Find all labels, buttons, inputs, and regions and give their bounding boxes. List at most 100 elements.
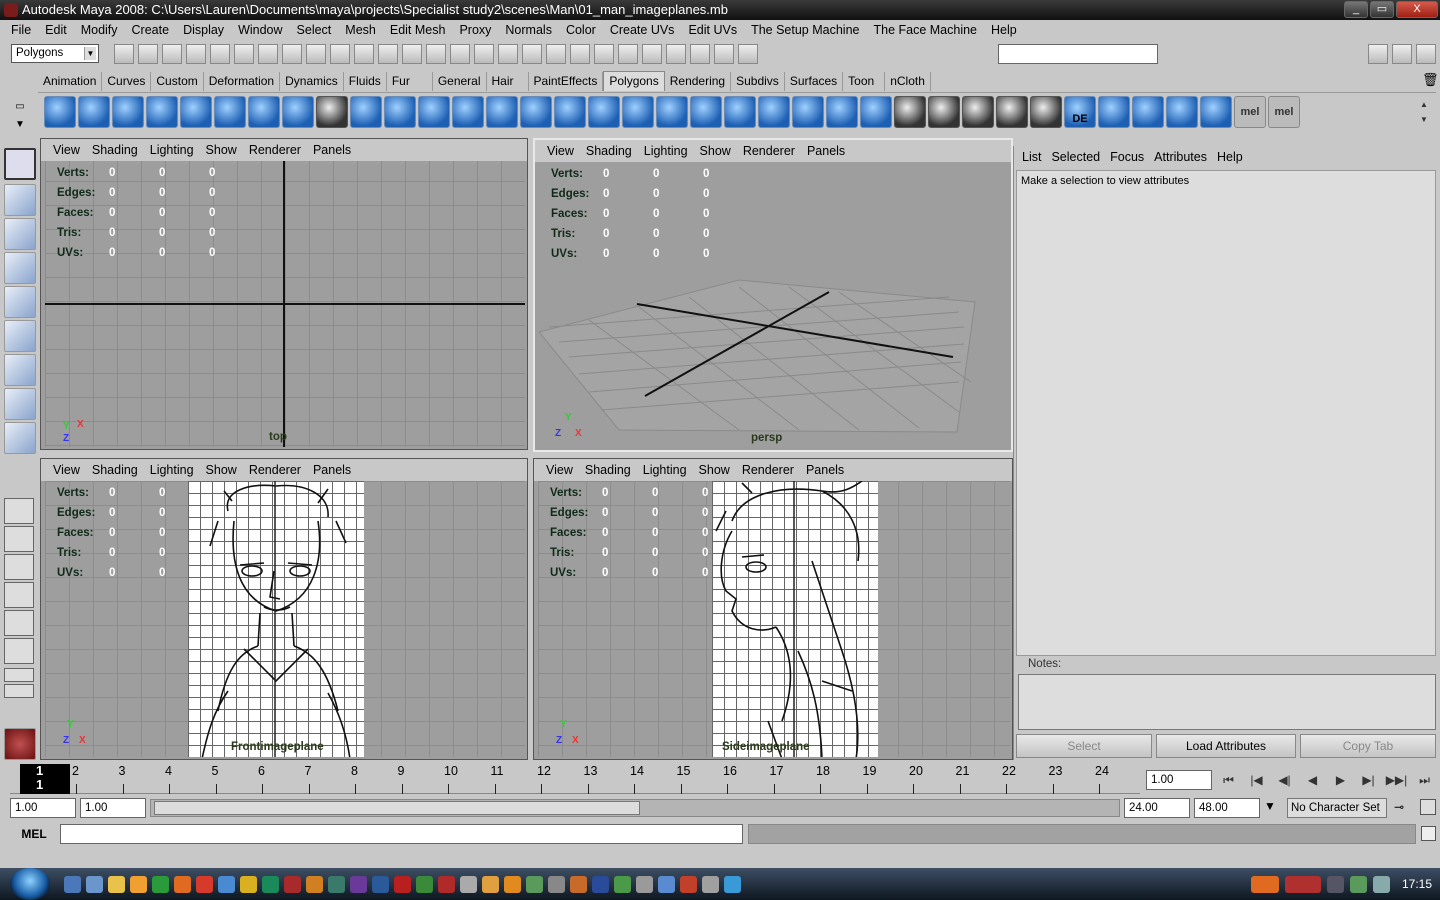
scale-tool-icon[interactable] xyxy=(4,320,36,352)
wedge-icon[interactable] xyxy=(758,96,790,128)
home-icon[interactable] xyxy=(482,876,499,893)
vp-menu-view[interactable]: View xyxy=(47,463,86,477)
mel-script-2-icon[interactable]: mel xyxy=(1268,96,1300,128)
shelf-scroll-arrows[interactable]: ▲ ▼ xyxy=(1418,97,1430,127)
snap-grid-icon[interactable] xyxy=(522,44,542,64)
windows-start-icon[interactable] xyxy=(10,868,50,900)
vp-menu-view[interactable]: View xyxy=(541,144,580,158)
append-polygon-icon[interactable] xyxy=(486,96,518,128)
menu-face-machine[interactable]: The Face Machine xyxy=(866,23,984,37)
go-to-end-button[interactable]: ⏭ xyxy=(1412,770,1437,790)
playback-start-field[interactable]: 1.00 xyxy=(80,798,146,818)
planar-mapping-icon[interactable] xyxy=(928,96,960,128)
ae-menu-help[interactable]: Help xyxy=(1212,150,1248,164)
tab-ncloth[interactable]: nCloth xyxy=(885,72,931,91)
render-view-icon[interactable] xyxy=(666,44,686,64)
menu-normals[interactable]: Normals xyxy=(498,23,559,37)
tab-polygons[interactable]: Polygons xyxy=(603,71,665,91)
new-scene-icon[interactable] xyxy=(114,44,134,64)
viewport-front[interactable]: View Shading Lighting Show Renderer Pane… xyxy=(40,458,528,760)
vp-menu-shading[interactable]: Shading xyxy=(86,143,144,157)
explorer-icon[interactable] xyxy=(108,876,125,893)
universal-manipulator-icon[interactable] xyxy=(4,354,36,386)
minimize-button[interactable]: _ xyxy=(1344,1,1368,18)
key-icon[interactable]: ⊸ xyxy=(1394,800,1404,814)
spotify-icon[interactable] xyxy=(152,876,169,893)
mel-label[interactable]: MEL xyxy=(10,825,58,844)
audition-icon[interactable] xyxy=(328,876,345,893)
tab-toon[interactable]: Toon xyxy=(843,72,886,91)
swirl-icon[interactable] xyxy=(658,876,675,893)
vp-menu-show[interactable]: Show xyxy=(200,463,243,477)
globe-icon[interactable] xyxy=(218,876,235,893)
ae-menu-list[interactable]: List xyxy=(1017,150,1046,164)
select-component-icon[interactable] xyxy=(234,44,254,64)
acrobat-icon[interactable] xyxy=(394,876,411,893)
vp-menu-renderer[interactable]: Renderer xyxy=(737,144,801,158)
vp-menu-panels[interactable]: Panels xyxy=(801,144,851,158)
insert-edge-loop-icon[interactable] xyxy=(690,96,722,128)
tab-curves[interactable]: Curves xyxy=(102,72,152,91)
uv-cut-icon[interactable] xyxy=(1166,96,1198,128)
uv-sew-icon[interactable] xyxy=(1200,96,1232,128)
tab-dynamics[interactable]: Dynamics xyxy=(280,72,344,91)
poly-plane-icon[interactable] xyxy=(180,96,212,128)
open-scene-icon[interactable] xyxy=(138,44,158,64)
plant-icon[interactable] xyxy=(614,876,631,893)
menu-edit[interactable]: Edit xyxy=(38,23,74,37)
switch-windows-icon[interactable] xyxy=(86,876,103,893)
gear-icon[interactable] xyxy=(548,876,565,893)
select-hierarchy-icon[interactable] xyxy=(186,44,206,64)
dreamweaver-icon[interactable] xyxy=(416,876,433,893)
publisher-icon[interactable] xyxy=(262,876,279,893)
snap-view-plane-icon[interactable] xyxy=(594,44,614,64)
tab-fur[interactable]: Fur xyxy=(387,72,433,91)
menu-color[interactable]: Color xyxy=(559,23,603,37)
command-input[interactable] xyxy=(60,824,743,844)
step-forward-frame-button[interactable]: ▶| xyxy=(1356,770,1381,790)
bridge-icon[interactable] xyxy=(588,96,620,128)
uv-layout-icon[interactable] xyxy=(1098,96,1130,128)
highlight-selection-icon[interactable] xyxy=(498,44,518,64)
viewport-side[interactable]: View Shading Lighting Show Renderer Pane… xyxy=(533,458,1013,760)
step-back-frame-button[interactable]: ◀| xyxy=(1272,770,1297,790)
character-set-field[interactable]: No Character Set xyxy=(1287,798,1387,818)
lasso-tool-icon[interactable] xyxy=(4,184,36,216)
vp-menu-view[interactable]: View xyxy=(47,143,86,157)
tab-painteffects[interactable]: PaintEffects xyxy=(529,72,604,91)
step-back-key-button[interactable]: |◀ xyxy=(1244,770,1269,790)
persp-graph-hypergraph-icon[interactable] xyxy=(4,638,34,664)
persp-graph-layout-icon[interactable] xyxy=(4,582,34,608)
range-slider-handle[interactable] xyxy=(154,801,640,815)
vp-menu-lighting[interactable]: Lighting xyxy=(144,143,200,157)
maya-task-icon[interactable] xyxy=(1284,875,1321,893)
menu-display[interactable]: Display xyxy=(176,23,231,37)
photoshop-icon[interactable] xyxy=(372,876,389,893)
play-forwards-button[interactable]: ▶ xyxy=(1328,770,1353,790)
range-menu-chevron-icon[interactable]: ▼ xyxy=(1264,799,1282,813)
access-icon[interactable] xyxy=(284,876,301,893)
poly-pipe-icon[interactable] xyxy=(282,96,314,128)
house-icon[interactable] xyxy=(680,876,697,893)
offset-edge-loop-icon[interactable] xyxy=(724,96,756,128)
pick-misc-icon[interactable] xyxy=(450,44,470,64)
vp-menu-lighting[interactable]: Lighting xyxy=(144,463,200,477)
tab-fluids[interactable]: Fluids xyxy=(344,72,387,91)
show-desktop-icon[interactable] xyxy=(64,876,81,893)
menu-setup-machine[interactable]: The Setup Machine xyxy=(744,23,866,37)
viewport-canvas[interactable]: Verts: 0 0 0 Edges: 0 0 0 Faces: 0 0 0 Tris: 0 0 0 U… xyxy=(538,481,1010,757)
poly-helix-icon[interactable] xyxy=(316,96,348,128)
menu-window[interactable]: Window xyxy=(231,23,289,37)
menu-edit-mesh[interactable]: Edit Mesh xyxy=(383,23,453,37)
sculpt-icon[interactable] xyxy=(860,96,892,128)
menu-create-uvs[interactable]: Create UVs xyxy=(603,23,682,37)
vp-menu-panels[interactable]: Panels xyxy=(800,463,850,477)
diamond-icon[interactable] xyxy=(504,876,521,893)
vp-menu-shading[interactable]: Shading xyxy=(579,463,637,477)
show-manipulator-icon[interactable] xyxy=(4,422,36,454)
pick-handles-icon[interactable] xyxy=(282,44,302,64)
tab-rendering[interactable]: Rendering xyxy=(665,72,732,91)
settings-icon[interactable] xyxy=(460,876,477,893)
menu-set-dropdown[interactable]: Polygons ▼ xyxy=(11,44,99,63)
snap-curve-icon[interactable] xyxy=(546,44,566,64)
